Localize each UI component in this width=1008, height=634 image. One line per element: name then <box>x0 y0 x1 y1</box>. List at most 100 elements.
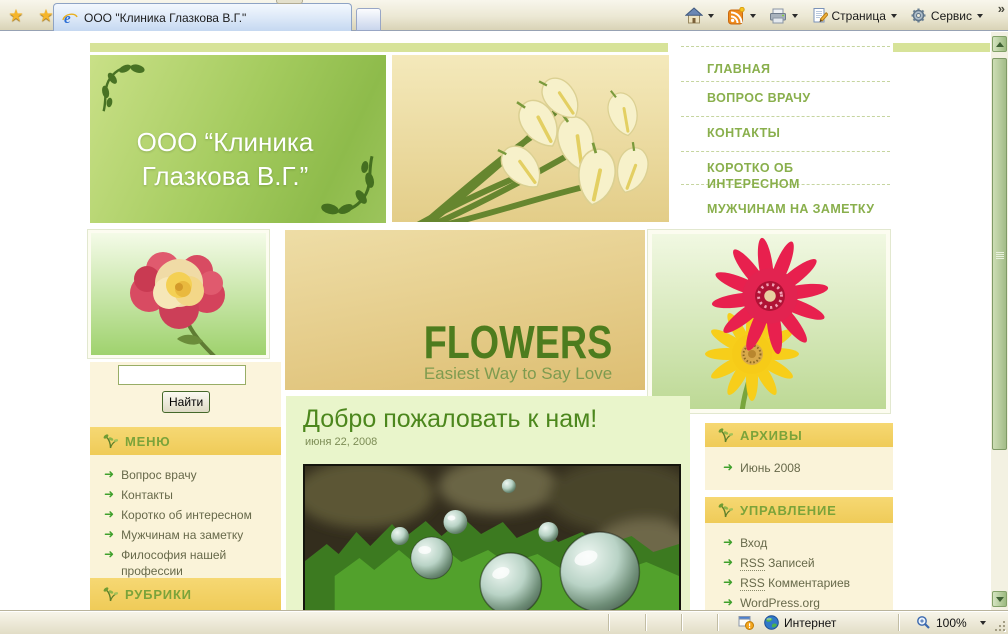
search-button[interactable]: Найти <box>162 391 210 413</box>
menu-item-mens-notes[interactable]: ➜ Мужчинам на заметку <box>104 527 275 543</box>
print-button[interactable] <box>766 6 801 26</box>
site-title-line1: ООО “Клиника <box>90 125 360 159</box>
arrow-bullet-icon: ➜ <box>104 467 114 483</box>
home-icon <box>685 7 703 24</box>
chevron-down-icon <box>996 597 1004 602</box>
nav-item-ask-doctor[interactable]: ВОПРОС ВРАЧУ <box>681 82 890 117</box>
favorites-star-icon: ★ <box>8 6 23 25</box>
status-bar: Интернет 100% <box>0 610 1008 634</box>
tab-title: ООО "Клиника Глазкова В.Г." <box>84 11 246 25</box>
page-button[interactable]: Страница <box>808 5 900 26</box>
archives-header-label: АРХИВЫ <box>740 428 803 443</box>
sprig-icon <box>718 503 733 518</box>
rss-icon <box>727 7 745 25</box>
magnifier-icon <box>916 615 931 630</box>
calla-lilies-photo <box>392 55 669 222</box>
admin-item-rss-comments[interactable]: ➜ RSS Комментариев <box>723 575 887 591</box>
print-dropdown-arrow <box>792 14 798 18</box>
ie-icon: e <box>62 10 78 26</box>
home-dropdown-arrow <box>708 14 714 18</box>
browser-tab[interactable]: e ООО "Клиника Глазкова В.Г." <box>53 3 352 31</box>
globe-icon <box>764 615 779 630</box>
search-input[interactable] <box>118 365 246 385</box>
browser-window: ★ ★ + e ООО "Клиника Глазкова В.Г." <box>0 0 1008 634</box>
admin-item-wordpress[interactable]: ➜ WordPress.org <box>723 595 887 610</box>
menu-item-ask-doctor[interactable]: ➜ Вопрос врачу <box>104 467 275 483</box>
feeds-dropdown-arrow <box>750 14 756 18</box>
nav-item-briefly-interesting[interactable]: КОРОТКО ОБ ИНТЕРЕСНОМ <box>681 152 890 185</box>
svg-text:e: e <box>64 11 71 26</box>
arrow-bullet-icon: ➜ <box>104 487 114 503</box>
site-header-banner: ООО “Клиника Глазкова В.Г.” <box>90 55 386 223</box>
admin-item-login[interactable]: ➜ Вход <box>723 535 887 551</box>
sprig-icon <box>718 428 733 443</box>
tools-button[interactable]: Сервис <box>907 5 986 26</box>
new-tab-button[interactable] <box>356 8 381 31</box>
zoom-dropdown-arrow <box>980 621 986 625</box>
window-resize-grip[interactable] <box>1003 629 1005 631</box>
admin-header: УПРАВЛЕНИЕ <box>705 497 893 523</box>
protected-mode-button[interactable] <box>738 615 754 630</box>
site-title-line2: Глазкова В.Г.” <box>90 159 360 193</box>
menu-item-philosophy[interactable]: ➜ Философия нашей профессии <box>104 547 275 578</box>
security-zone-label: Интернет <box>784 616 836 630</box>
scroll-up-button[interactable] <box>992 36 1007 52</box>
flowers-banner: FLOWERS Easiest Way to Say Love <box>285 230 645 390</box>
zoom-control[interactable]: 100% <box>916 615 986 630</box>
banner-title: FLOWERS <box>424 321 613 363</box>
tools-dropdown-arrow <box>977 14 983 18</box>
banner-text: FLOWERS Easiest Way to Say Love <box>403 321 633 384</box>
arrow-bullet-icon: ➜ <box>723 555 733 571</box>
rubrics-header: РУБРИКИ <box>90 578 281 610</box>
page-icon <box>811 7 828 24</box>
menu-item-contacts[interactable]: ➜ Контакты <box>104 487 275 503</box>
archives-header: АРХИВЫ <box>705 423 893 447</box>
protected-mode-icon <box>738 615 754 630</box>
page-button-label: Страница <box>832 9 886 23</box>
add-favorite-star-icon: ★ <box>38 6 53 25</box>
security-zone: Интернет <box>764 615 836 630</box>
rose-photo <box>88 230 269 358</box>
command-bar: Страница Сервис <box>682 0 986 31</box>
tools-button-label: Сервис <box>931 9 972 23</box>
main-content: Добро пожаловать к нам! июня 22, 2008 <box>286 396 690 610</box>
scroll-down-button[interactable] <box>992 591 1007 607</box>
home-button[interactable] <box>682 5 717 26</box>
site-top-strip-right <box>893 43 990 52</box>
rubrics-header-label: РУБРИКИ <box>125 587 192 602</box>
post-date: июня 22, 2008 <box>305 436 690 448</box>
scrollbar-grip <box>996 252 1004 260</box>
scrollbar-thumb[interactable] <box>992 58 1007 450</box>
nav-item-contacts[interactable]: КОНТАКТЫ <box>681 117 890 152</box>
post-title: Добро пожаловать к нам! <box>303 405 690 434</box>
arrow-bullet-icon: ➜ <box>104 507 114 523</box>
post-image-water-drops <box>303 464 681 610</box>
vertical-scrollbar[interactable] <box>991 32 1008 610</box>
site-top-strip-left <box>90 43 668 52</box>
admin-list-panel: ➜ Вход ➜ RSS Записей ➜ RSS Комментариев … <box>705 523 893 610</box>
feeds-button[interactable] <box>724 5 759 27</box>
site-title: ООО “Клиника Глазкова В.Г.” <box>90 125 386 193</box>
gear-icon <box>910 7 927 24</box>
gerbera-photo <box>648 230 890 413</box>
printer-icon <box>769 8 787 24</box>
toolbar-overflow-chevron[interactable]: » <box>998 1 1005 16</box>
admin-header-label: УПРАВЛЕНИЕ <box>740 503 837 518</box>
arrow-bullet-icon: ➜ <box>723 535 733 551</box>
nav-item-home[interactable]: ГЛАВНАЯ <box>681 47 890 82</box>
tab-bar: ★ ★ + e ООО "Клиника Глазкова В.Г." <box>0 0 1008 31</box>
menu-item-briefly-interesting[interactable]: ➜ Коротко об интересном <box>104 507 275 523</box>
favorites-button[interactable]: ★ <box>3 4 29 28</box>
menu-header: МЕНЮ <box>90 427 281 455</box>
chevron-up-icon <box>996 42 1004 47</box>
arrow-bullet-icon: ➜ <box>723 595 733 610</box>
arrow-bullet-icon: ➜ <box>723 460 733 476</box>
sprig-icon <box>103 587 118 602</box>
zoom-level-label: 100% <box>936 616 967 630</box>
search-panel: Найти <box>90 362 281 427</box>
arrow-bullet-icon: ➜ <box>723 575 733 591</box>
menu-list-panel: ➜ Вопрос врачу ➜ Контакты ➜ Коротко об и… <box>90 455 281 578</box>
archive-item-june-2008[interactable]: ➜ Июнь 2008 <box>723 460 887 476</box>
archives-list-panel: ➜ Июнь 2008 <box>705 447 893 490</box>
admin-item-rss-posts[interactable]: ➜ RSS Записей <box>723 555 887 571</box>
